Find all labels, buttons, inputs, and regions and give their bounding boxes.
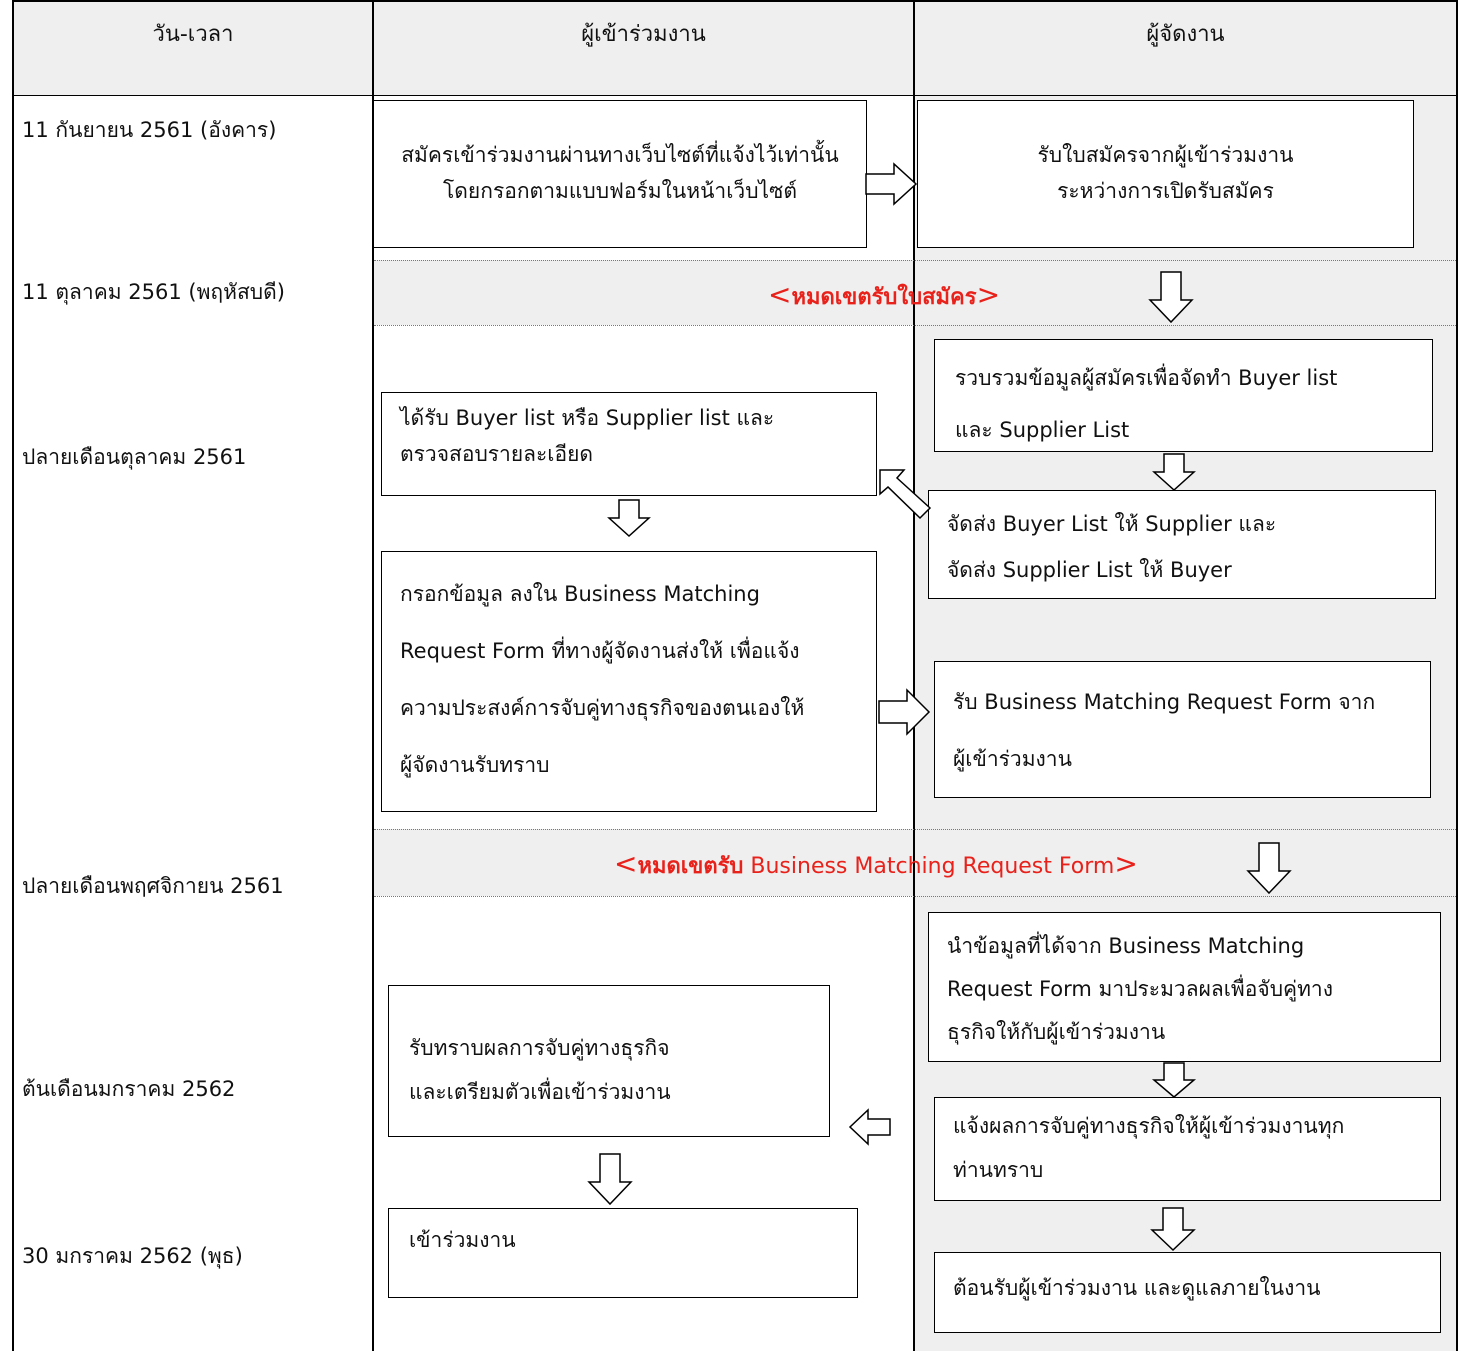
- participant-step-receive-list: ได้รับ Buyer list หรือ Supplier list และ…: [381, 392, 877, 496]
- down-arrow-icon: [1152, 453, 1196, 492]
- step-text-line: รวบรวมข้อมูลผู้สมัครเพื่อจัดทำ Buyer lis…: [955, 366, 1338, 390]
- dotted-divider: [374, 829, 1456, 830]
- down-arrow-icon: [1148, 271, 1194, 324]
- date-label: 11 ตุลาคม 2561 (พฤหัสบดี): [22, 280, 285, 304]
- organizer-step-receive-request-form: รับ Business Matching Request Form จาก ผ…: [934, 661, 1431, 798]
- table-border-left: [12, 0, 14, 1351]
- down-arrow-icon: [607, 499, 651, 538]
- step-text-line: จัดส่ง Buyer List ให้ Supplier และ: [947, 512, 1277, 536]
- participant-step-apply: สมัครเข้าร่วมงานผ่านทางเว็บไซต์ที่แจ้งไว…: [373, 100, 867, 248]
- organizer-step-welcome: ต้อนรับผู้เข้าร่วมงาน และดูแลภายในงาน: [934, 1252, 1441, 1333]
- deadline-request-form-text-bold: หมดเขตรับ: [637, 854, 744, 879]
- participant-step-request-form: กรอกข้อมูล ลงใน Business Matching Reques…: [381, 551, 877, 812]
- step-text-line: รับทราบผลการจับคู่ทางธุรกิจ: [409, 1036, 670, 1060]
- column-header-datetime: วัน-เวลา: [152, 22, 234, 47]
- organizer-step-process-matching: นำข้อมูลที่ได้จาก Business Matching Requ…: [928, 912, 1441, 1062]
- deadline-application-notice: <หมดเขตรับใบสมัคร>: [768, 278, 1000, 314]
- step-text-line: กรอกข้อมูล ลงใน Business Matching: [400, 582, 760, 606]
- diagonal-arrow-icon: [879, 469, 932, 520]
- step-text-line: Request Form ที่ทางผู้จัดงานส่งให้ เพื่อ…: [400, 639, 800, 663]
- organizer-step-compile-lists: รวบรวมข้อมูลผู้สมัครเพื่อจัดทำ Buyer lis…: [934, 339, 1433, 452]
- deadline-application-text: หมดเขตรับใบสมัคร: [791, 285, 977, 310]
- step-text-line: สมัครเข้าร่วมงานผ่านทางเว็บไซต์ที่แจ้งไว…: [401, 143, 839, 168]
- right-arrow-icon: [878, 688, 931, 736]
- step-text-line: Request Form มาประมวลผลเพื่อจับคู่ทาง: [947, 977, 1333, 1001]
- left-arrow-icon: [848, 1108, 891, 1146]
- right-arrow-icon: [865, 162, 918, 206]
- dotted-divider: [374, 325, 1456, 326]
- organizer-step-receive-applications: รับใบสมัครจากผู้เข้าร่วมงาน ระหว่างการเป…: [917, 100, 1414, 248]
- dotted-divider: [374, 260, 1456, 261]
- date-label: ปลายเดือนพฤศจิกายน 2561: [22, 874, 284, 898]
- organizer-step-notify-results: แจ้งผลการจับคู่ทางธุรกิจให้ผู้เข้าร่วมงา…: [934, 1097, 1441, 1201]
- step-text-line: ธุรกิจให้กับผู้เข้าร่วมงาน: [947, 1020, 1166, 1044]
- participant-step-acknowledge-results: รับทราบผลการจับคู่ทางธุรกิจ และเตรียมตัว…: [388, 985, 830, 1137]
- participant-step-attend: เข้าร่วมงาน: [388, 1208, 858, 1298]
- step-text-line: ต้อนรับผู้เข้าร่วมงาน และดูแลภายในงาน: [953, 1276, 1321, 1300]
- angle-open-glyph: <: [768, 278, 792, 311]
- step-text-line: แจ้งผลการจับคู่ทางธุรกิจให้ผู้เข้าร่วมงา…: [953, 1114, 1345, 1138]
- deadline-request-form-text-rest: Business Matching Request Form: [743, 854, 1115, 879]
- down-arrow-icon: [1246, 842, 1292, 895]
- step-text-line: และ Supplier List: [955, 418, 1130, 442]
- step-text-line: ท่านทราบ: [953, 1158, 1044, 1182]
- angle-open-glyph: <: [614, 847, 638, 880]
- down-arrow-icon: [587, 1153, 633, 1206]
- dotted-divider: [374, 896, 1456, 897]
- date-label: ปลายเดือนตุลาคม 2561: [22, 445, 247, 469]
- step-text-line: ระหว่างการเปิดรับสมัคร: [1057, 179, 1274, 203]
- step-text-line: ผู้จัดงานรับทราบ: [400, 753, 550, 777]
- angle-close-glyph: >: [976, 278, 1001, 311]
- step-text-line: และเตรียมตัวเพื่อเข้าร่วมงาน: [409, 1080, 671, 1104]
- down-arrow-icon: [1151, 1062, 1197, 1098]
- column-header-participant: ผู้เข้าร่วมงาน: [581, 22, 706, 47]
- table-border-right: [1456, 0, 1458, 1351]
- step-text-line: ตรวจสอบรายละเอียด: [400, 441, 594, 466]
- deadline-request-form-notice: <หมดเขตรับ Business Matching Request For…: [614, 847, 1138, 883]
- step-text-line: นำข้อมูลที่ได้จาก Business Matching: [947, 934, 1305, 958]
- step-text-line: ได้รับ Buyer list หรือ Supplier list และ: [400, 406, 775, 430]
- step-text-line: ความประสงค์การจับคู่ทางธุรกิจของตนเองให้: [400, 696, 805, 720]
- column-header-organizer: ผู้จัดงาน: [1146, 22, 1225, 47]
- step-text-line: โดยกรอกตามแบบฟอร์มในหน้าเว็บไซต์: [443, 179, 797, 203]
- step-text-line: รับ Business Matching Request Form จาก: [953, 690, 1376, 714]
- date-label: ต้นเดือนมกราคม 2562: [22, 1077, 236, 1101]
- step-text-line: รับใบสมัครจากผู้เข้าร่วมงาน: [1037, 143, 1294, 168]
- organizer-step-send-lists: จัดส่ง Buyer List ให้ Supplier และ จัดส่…: [928, 490, 1436, 599]
- date-label: 11 กันยายน 2561 (อังคาร): [22, 118, 277, 142]
- header-divider: [12, 95, 1458, 96]
- step-text-line: จัดส่ง Supplier List ให้ Buyer: [947, 558, 1232, 582]
- angle-close-glyph: >: [1114, 847, 1138, 880]
- down-arrow-icon: [1150, 1207, 1196, 1252]
- date-label: 30 มกราคม 2562 (พุธ): [22, 1244, 243, 1268]
- step-text-line: ผู้เข้าร่วมงาน: [953, 747, 1072, 771]
- step-text-line: เข้าร่วมงาน: [409, 1228, 516, 1252]
